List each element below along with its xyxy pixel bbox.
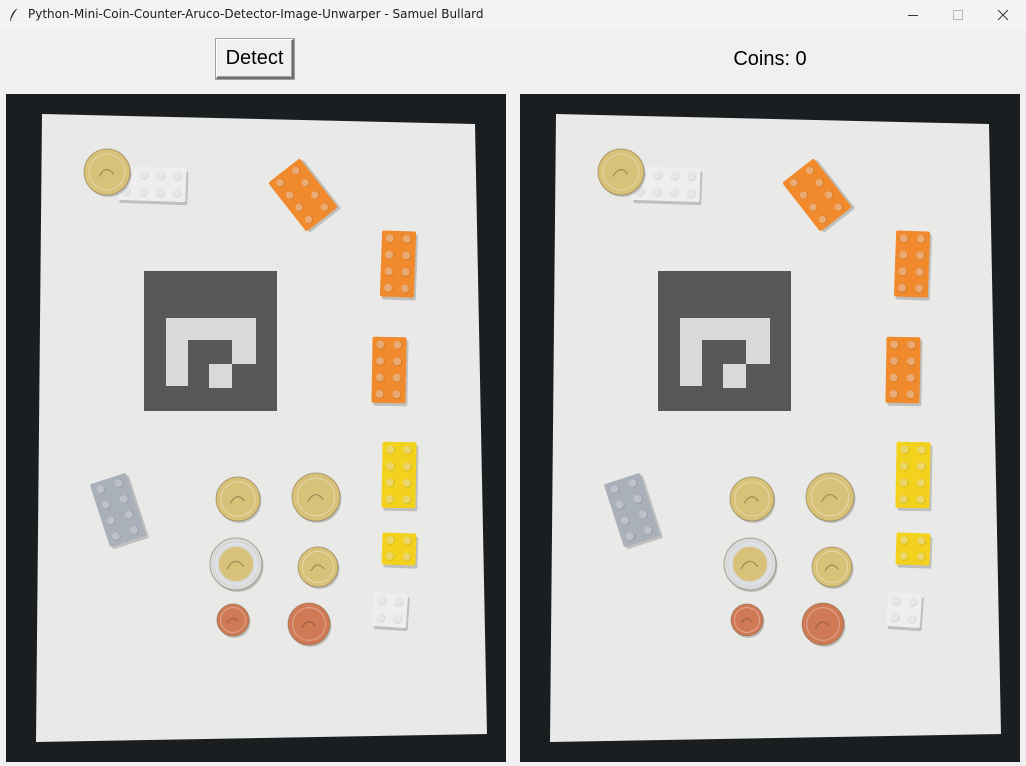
window-title: Python-Mini-Coin-Counter-Aruco-Detector-… <box>28 7 484 21</box>
title-bar[interactable]: Python-Mini-Coin-Counter-Aruco-Detector-… <box>0 0 1026 30</box>
lego-orange-2x4 <box>885 336 923 407</box>
app-window: Python-Mini-Coin-Counter-Aruco-Detector-… <box>0 0 1026 766</box>
minimize-icon <box>908 15 918 16</box>
detect-button[interactable]: Detect <box>216 39 294 79</box>
lego-white-2x2 <box>885 591 924 632</box>
maximize-button[interactable] <box>935 0 981 30</box>
paper-sheet <box>36 114 487 742</box>
processed-image-panel <box>520 94 1020 762</box>
paper-sheet <box>550 114 1001 742</box>
close-icon <box>997 9 1009 21</box>
lego-orange-2x4 <box>379 230 418 301</box>
lego-orange-2x4 <box>371 336 409 407</box>
aruco-marker <box>144 271 277 411</box>
maximize-icon <box>953 10 963 20</box>
processed-image <box>550 114 1001 742</box>
aruco-marker <box>658 271 791 411</box>
lego-yellow-2x4 <box>895 441 933 512</box>
lego-orange-2x4 <box>893 230 932 301</box>
lego-white-2x2 <box>371 591 410 632</box>
feather-icon <box>10 7 19 21</box>
lego-yellow-2x2 <box>895 532 933 569</box>
lego-yellow-2x4 <box>381 441 419 512</box>
original-image <box>36 114 487 742</box>
minimize-button[interactable] <box>890 0 936 30</box>
lego-yellow-2x2 <box>381 532 419 569</box>
close-button[interactable] <box>980 0 1026 30</box>
toolbar: Detect Coins: 0 <box>0 30 1026 94</box>
original-image-panel <box>6 94 506 762</box>
coin-count-label: Coins: 0 <box>733 48 807 70</box>
